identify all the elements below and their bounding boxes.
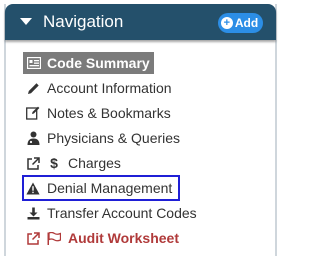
external-link-icon[interactable] [26,231,40,245]
external-link-icon[interactable] [26,156,40,170]
nav-item-denial-management[interactable]: Denial Management [21,175,181,201]
nav-item-audit-worksheet[interactable]: Audit Worksheet [26,227,179,249]
navigation-header[interactable]: Navigation + Add [5,4,276,40]
nav-item-label: Notes & Bookmarks [47,105,171,121]
nav-item-notes-bookmarks[interactable]: Notes & Bookmarks [26,102,171,124]
nav-item-label: Code Summary [47,55,150,71]
nav-item-label: Account Information [47,80,172,96]
nav-item-label: Transfer Account Codes [47,205,197,221]
caret-down-icon[interactable] [20,18,32,25]
download-icon [26,206,40,220]
dollar-icon: $ [50,155,58,171]
warning-icon [26,181,40,195]
pencil-icon [26,81,40,95]
add-button-label: Add [234,16,259,30]
flag-icon [47,231,61,245]
nav-item-code-summary[interactable]: Code Summary [23,52,154,74]
list-card-icon [27,56,41,70]
add-button[interactable]: + Add [218,13,263,33]
nav-item-transfer-account-codes[interactable]: Transfer Account Codes [26,202,197,224]
nav-item-physicians-queries[interactable]: Physicians & Queries [26,127,180,149]
nav-item-charges[interactable]: $ Charges [26,152,121,174]
nav-item-account-information[interactable]: Account Information [26,77,172,99]
nav-item-label: Physicians & Queries [47,130,181,146]
nav-item-label: Audit Worksheet [68,230,179,246]
user-md-icon [26,131,40,145]
edit-note-icon [26,106,40,120]
plus-icon: + [220,17,233,29]
nav-item-label: Charges [68,155,121,171]
nav-item-label: Denial Management [47,180,173,196]
navigation-title: Navigation [43,12,124,31]
